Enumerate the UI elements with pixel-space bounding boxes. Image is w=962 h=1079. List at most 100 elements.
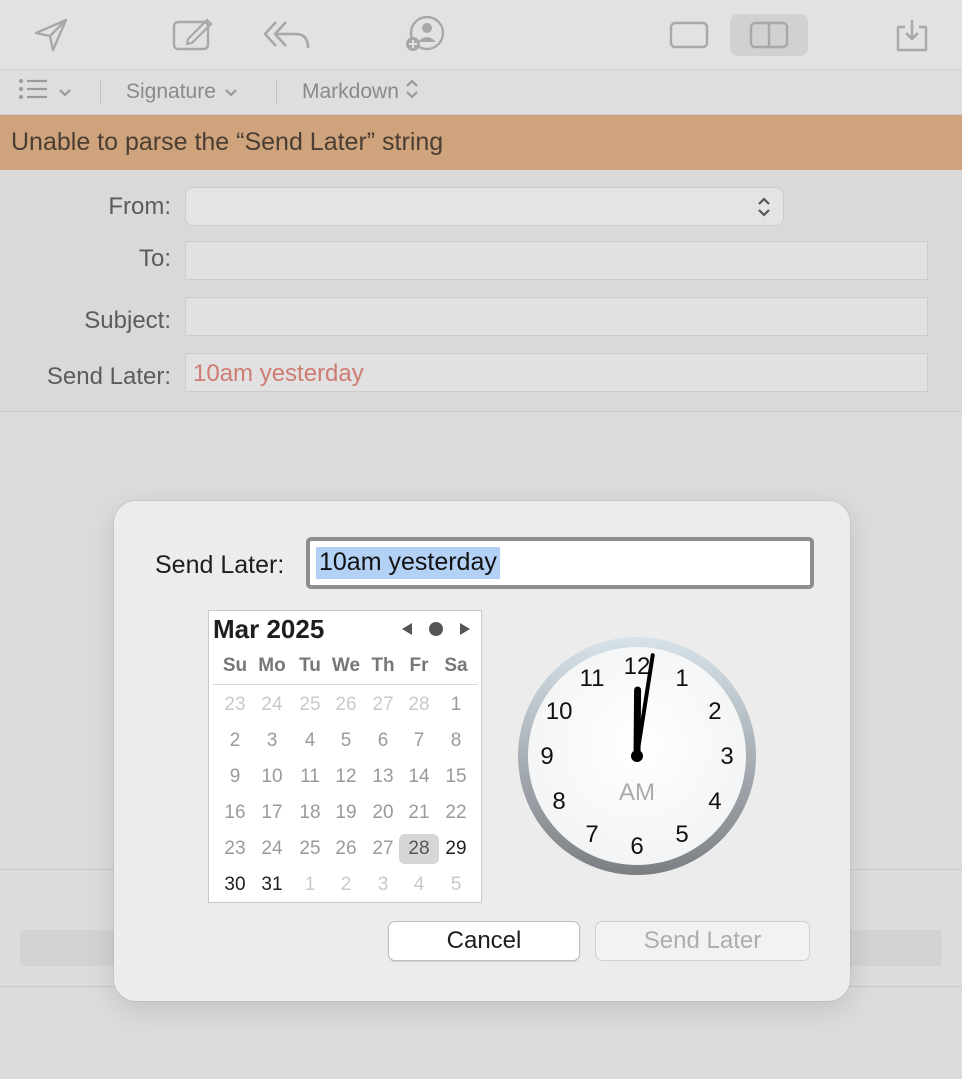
split-pane-icon[interactable] bbox=[730, 14, 808, 56]
calendar-day[interactable]: 21 bbox=[400, 798, 438, 828]
calendar-day-today[interactable]: 28 bbox=[399, 834, 439, 864]
send-icon[interactable] bbox=[30, 14, 72, 56]
calendar-day[interactable]: 12 bbox=[327, 762, 365, 792]
date-picker-calendar[interactable]: Mar 2025 Su Mo Tu We Th Fr Sa 23 24 25 26 27 28 1 2 3 4 5… bbox=[208, 610, 482, 903]
calendar-day[interactable]: 24 bbox=[253, 690, 291, 720]
calendar-day[interactable]: 23 bbox=[216, 690, 254, 720]
toolbar bbox=[0, 0, 962, 70]
time-picker-clock[interactable]: 12 12 3 45 6 78 9 10 11 AM bbox=[517, 636, 757, 876]
calendar-day[interactable]: 13 bbox=[364, 762, 402, 792]
markdown-popup[interactable]: Markdown bbox=[302, 70, 419, 114]
calendar-day[interactable]: 25 bbox=[291, 690, 329, 720]
signature-dropdown[interactable]: Signature bbox=[126, 70, 238, 114]
calendar-day[interactable]: 16 bbox=[216, 798, 254, 828]
signature-label: Signature bbox=[126, 80, 216, 103]
calendar-day[interactable]: 11 bbox=[291, 762, 329, 792]
clock-number: 8 bbox=[552, 788, 565, 815]
calendar-day[interactable]: 2 bbox=[327, 870, 365, 900]
calendar-day[interactable]: 5 bbox=[437, 870, 475, 900]
calendar-day[interactable]: 26 bbox=[327, 834, 365, 864]
updown-chevron-icon bbox=[405, 78, 419, 106]
send-later-field[interactable]: 10am yesterday bbox=[185, 353, 928, 392]
calendar-day[interactable]: 31 bbox=[253, 870, 291, 900]
markdown-label: Markdown bbox=[302, 80, 399, 103]
compose-icon[interactable] bbox=[170, 14, 214, 56]
calendar-day[interactable]: 24 bbox=[253, 834, 291, 864]
calendar-day[interactable]: 2 bbox=[216, 726, 254, 756]
clock-number: 10 bbox=[546, 698, 573, 725]
single-pane-icon[interactable] bbox=[666, 14, 712, 56]
clock-number: 3 bbox=[720, 743, 733, 770]
calendar-day[interactable]: 27 bbox=[364, 834, 402, 864]
chevron-down-icon bbox=[58, 80, 72, 104]
list-format-button[interactable] bbox=[18, 70, 72, 114]
reply-all-icon[interactable] bbox=[262, 14, 310, 56]
clock-number: 6 bbox=[630, 833, 643, 860]
calendar-day[interactable]: 26 bbox=[327, 690, 365, 720]
calendar-day[interactable]: 4 bbox=[291, 726, 329, 756]
calendar-day[interactable]: 7 bbox=[400, 726, 438, 756]
clock-number: 12 bbox=[624, 653, 651, 680]
weekday-header: We bbox=[331, 655, 361, 676]
calendar-day[interactable]: 8 bbox=[437, 726, 475, 756]
calendar-day[interactable]: 3 bbox=[364, 870, 402, 900]
clock-period: AM bbox=[619, 779, 655, 806]
clock-number: 2 bbox=[708, 698, 721, 725]
list-icon bbox=[18, 78, 48, 106]
dialog-send-later-label: Send Later: bbox=[155, 551, 285, 579]
calendar-day[interactable]: 22 bbox=[437, 798, 475, 828]
calendar-day[interactable]: 23 bbox=[216, 834, 254, 864]
calendar-month-title: Mar 2025 bbox=[213, 614, 325, 644]
weekday-header: Mo bbox=[258, 655, 286, 676]
calendar-day[interactable]: 20 bbox=[364, 798, 402, 828]
calendar-day[interactable]: 9 bbox=[216, 762, 254, 792]
today-dot-icon[interactable] bbox=[428, 621, 444, 637]
download-icon[interactable] bbox=[890, 14, 934, 56]
calendar-day[interactable]: 10 bbox=[253, 762, 291, 792]
calendar-day[interactable]: 27 bbox=[364, 690, 402, 720]
to-field[interactable] bbox=[185, 241, 928, 280]
subject-field[interactable] bbox=[185, 297, 928, 336]
format-bar: Signature Markdown bbox=[0, 70, 962, 115]
from-popup[interactable] bbox=[185, 187, 784, 226]
send-later-value: 10am yesterday bbox=[193, 360, 364, 387]
weekday-header: Th bbox=[371, 655, 395, 676]
weekday-header: Sa bbox=[444, 655, 468, 676]
calendar-day[interactable]: 5 bbox=[327, 726, 365, 756]
weekday-header: Su bbox=[222, 655, 248, 676]
clock-number: 7 bbox=[585, 821, 598, 848]
clock-number: 4 bbox=[708, 788, 721, 815]
calendar-day[interactable]: 25 bbox=[291, 834, 329, 864]
contacts-icon[interactable] bbox=[404, 14, 446, 56]
calendar-divider bbox=[213, 684, 478, 685]
calendar-day[interactable]: 28 bbox=[400, 690, 438, 720]
chevron-down-icon bbox=[224, 80, 238, 104]
send-later-input-text: 10am yesterday bbox=[316, 547, 500, 579]
calendar-day[interactable]: 30 bbox=[216, 870, 254, 900]
calendar-day[interactable]: 29 bbox=[437, 834, 475, 864]
clock-number: 5 bbox=[675, 821, 688, 848]
calendar-day[interactable]: 18 bbox=[291, 798, 329, 828]
calendar-day[interactable]: 6 bbox=[364, 726, 402, 756]
error-message: Unable to parse the “Send Later” string bbox=[11, 128, 444, 156]
previous-month-icon[interactable] bbox=[399, 621, 415, 637]
calendar-day[interactable]: 1 bbox=[437, 690, 475, 720]
clock-number: 11 bbox=[580, 665, 605, 692]
weekday-header: Tu bbox=[299, 655, 321, 676]
next-month-icon[interactable] bbox=[457, 621, 473, 637]
send-later-input[interactable]: 10am yesterday bbox=[306, 537, 814, 589]
clock-center bbox=[631, 750, 643, 762]
calendar-day[interactable]: 1 bbox=[291, 870, 329, 900]
divider bbox=[276, 80, 277, 104]
cancel-button[interactable]: Cancel bbox=[388, 921, 580, 961]
calendar-day[interactable]: 14 bbox=[400, 762, 438, 792]
calendar-day[interactable]: 19 bbox=[327, 798, 365, 828]
calendar-day[interactable]: 4 bbox=[400, 870, 438, 900]
calendar-day[interactable]: 3 bbox=[253, 726, 291, 756]
calendar-day[interactable]: 15 bbox=[437, 762, 475, 792]
calendar-day[interactable]: 17 bbox=[253, 798, 291, 828]
send-later-button[interactable]: Send Later bbox=[595, 921, 810, 961]
weekday-header: Fr bbox=[409, 655, 429, 676]
clock-number: 1 bbox=[675, 665, 688, 692]
subject-label: Subject: bbox=[84, 307, 171, 334]
